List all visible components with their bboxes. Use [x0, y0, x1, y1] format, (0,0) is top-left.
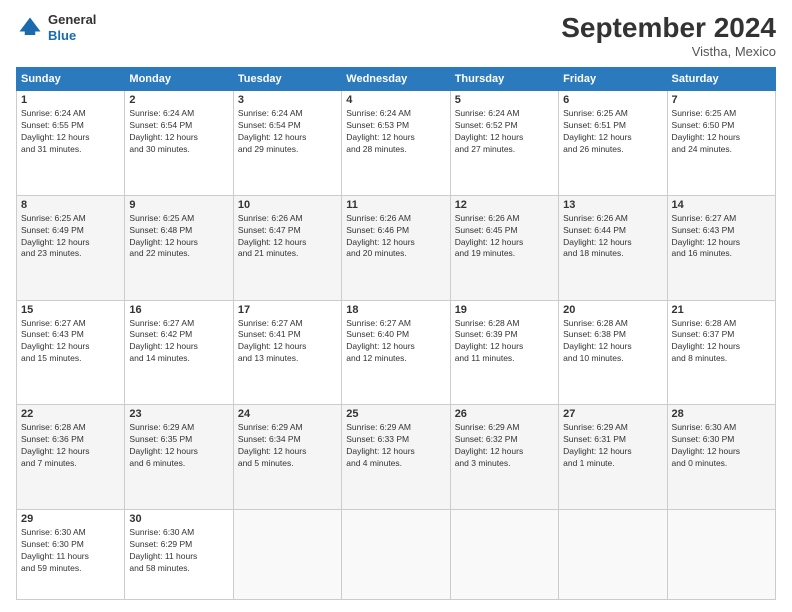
header: General Blue September 2024 Vistha, Mexi… [16, 12, 776, 59]
header-friday: Friday [559, 68, 667, 91]
day-5: 5 Sunrise: 6:24 AMSunset: 6:52 PMDayligh… [450, 91, 558, 196]
day-27: 27 Sunrise: 6:29 AMSunset: 6:31 PMDaylig… [559, 405, 667, 510]
header-saturday: Saturday [667, 68, 775, 91]
day-11: 11 Sunrise: 6:26 AMSunset: 6:46 PMDaylig… [342, 195, 450, 300]
day-24: 24 Sunrise: 6:29 AMSunset: 6:34 PMDaylig… [233, 405, 341, 510]
empty-cell-2 [342, 510, 450, 600]
week-3: 15 Sunrise: 6:27 AMSunset: 6:43 PMDaylig… [17, 300, 776, 405]
day-6: 6 Sunrise: 6:25 AMSunset: 6:51 PMDayligh… [559, 91, 667, 196]
empty-cell-5 [667, 510, 775, 600]
logo-text: General Blue [48, 12, 96, 43]
calendar-table: Sunday Monday Tuesday Wednesday Thursday… [16, 67, 776, 600]
page: General Blue September 2024 Vistha, Mexi… [0, 0, 792, 612]
day-17: 17 Sunrise: 6:27 AMSunset: 6:41 PMDaylig… [233, 300, 341, 405]
location: Vistha, Mexico [561, 44, 776, 59]
week-1: 1 Sunrise: 6:24 AMSunset: 6:55 PMDayligh… [17, 91, 776, 196]
week-2: 8 Sunrise: 6:25 AMSunset: 6:49 PMDayligh… [17, 195, 776, 300]
day-2: 2 Sunrise: 6:24 AMSunset: 6:54 PMDayligh… [125, 91, 233, 196]
empty-cell-4 [559, 510, 667, 600]
logo: General Blue [16, 12, 96, 43]
day-19: 19 Sunrise: 6:28 AMSunset: 6:39 PMDaylig… [450, 300, 558, 405]
day-18: 18 Sunrise: 6:27 AMSunset: 6:40 PMDaylig… [342, 300, 450, 405]
day-16: 16 Sunrise: 6:27 AMSunset: 6:42 PMDaylig… [125, 300, 233, 405]
day-21: 21 Sunrise: 6:28 AMSunset: 6:37 PMDaylig… [667, 300, 775, 405]
day-26: 26 Sunrise: 6:29 AMSunset: 6:32 PMDaylig… [450, 405, 558, 510]
weekday-header-row: Sunday Monday Tuesday Wednesday Thursday… [17, 68, 776, 91]
header-monday: Monday [125, 68, 233, 91]
empty-cell-3 [450, 510, 558, 600]
day-1: 1 Sunrise: 6:24 AMSunset: 6:55 PMDayligh… [17, 91, 125, 196]
empty-cell-1 [233, 510, 341, 600]
day-28: 28 Sunrise: 6:30 AMSunset: 6:30 PMDaylig… [667, 405, 775, 510]
day-29: 29 Sunrise: 6:30 AMSunset: 6:30 PMDaylig… [17, 510, 125, 600]
day-10: 10 Sunrise: 6:26 AMSunset: 6:47 PMDaylig… [233, 195, 341, 300]
day-23: 23 Sunrise: 6:29 AMSunset: 6:35 PMDaylig… [125, 405, 233, 510]
day-8: 8 Sunrise: 6:25 AMSunset: 6:49 PMDayligh… [17, 195, 125, 300]
day-15: 15 Sunrise: 6:27 AMSunset: 6:43 PMDaylig… [17, 300, 125, 405]
header-wednesday: Wednesday [342, 68, 450, 91]
day-12: 12 Sunrise: 6:26 AMSunset: 6:45 PMDaylig… [450, 195, 558, 300]
header-thursday: Thursday [450, 68, 558, 91]
day-7: 7 Sunrise: 6:25 AMSunset: 6:50 PMDayligh… [667, 91, 775, 196]
logo-general: General [48, 12, 96, 28]
month-title: September 2024 [561, 12, 776, 44]
header-sunday: Sunday [17, 68, 125, 91]
title-section: September 2024 Vistha, Mexico [561, 12, 776, 59]
day-25: 25 Sunrise: 6:29 AMSunset: 6:33 PMDaylig… [342, 405, 450, 510]
header-tuesday: Tuesday [233, 68, 341, 91]
day-13: 13 Sunrise: 6:26 AMSunset: 6:44 PMDaylig… [559, 195, 667, 300]
day-22: 22 Sunrise: 6:28 AMSunset: 6:36 PMDaylig… [17, 405, 125, 510]
day-9: 9 Sunrise: 6:25 AMSunset: 6:48 PMDayligh… [125, 195, 233, 300]
day-3: 3 Sunrise: 6:24 AMSunset: 6:54 PMDayligh… [233, 91, 341, 196]
logo-blue: Blue [48, 28, 96, 44]
logo-icon [16, 14, 44, 42]
week-4: 22 Sunrise: 6:28 AMSunset: 6:36 PMDaylig… [17, 405, 776, 510]
week-5: 29 Sunrise: 6:30 AMSunset: 6:30 PMDaylig… [17, 510, 776, 600]
day-30: 30 Sunrise: 6:30 AMSunset: 6:29 PMDaylig… [125, 510, 233, 600]
day-4: 4 Sunrise: 6:24 AMSunset: 6:53 PMDayligh… [342, 91, 450, 196]
day-14: 14 Sunrise: 6:27 AMSunset: 6:43 PMDaylig… [667, 195, 775, 300]
day-20: 20 Sunrise: 6:28 AMSunset: 6:38 PMDaylig… [559, 300, 667, 405]
